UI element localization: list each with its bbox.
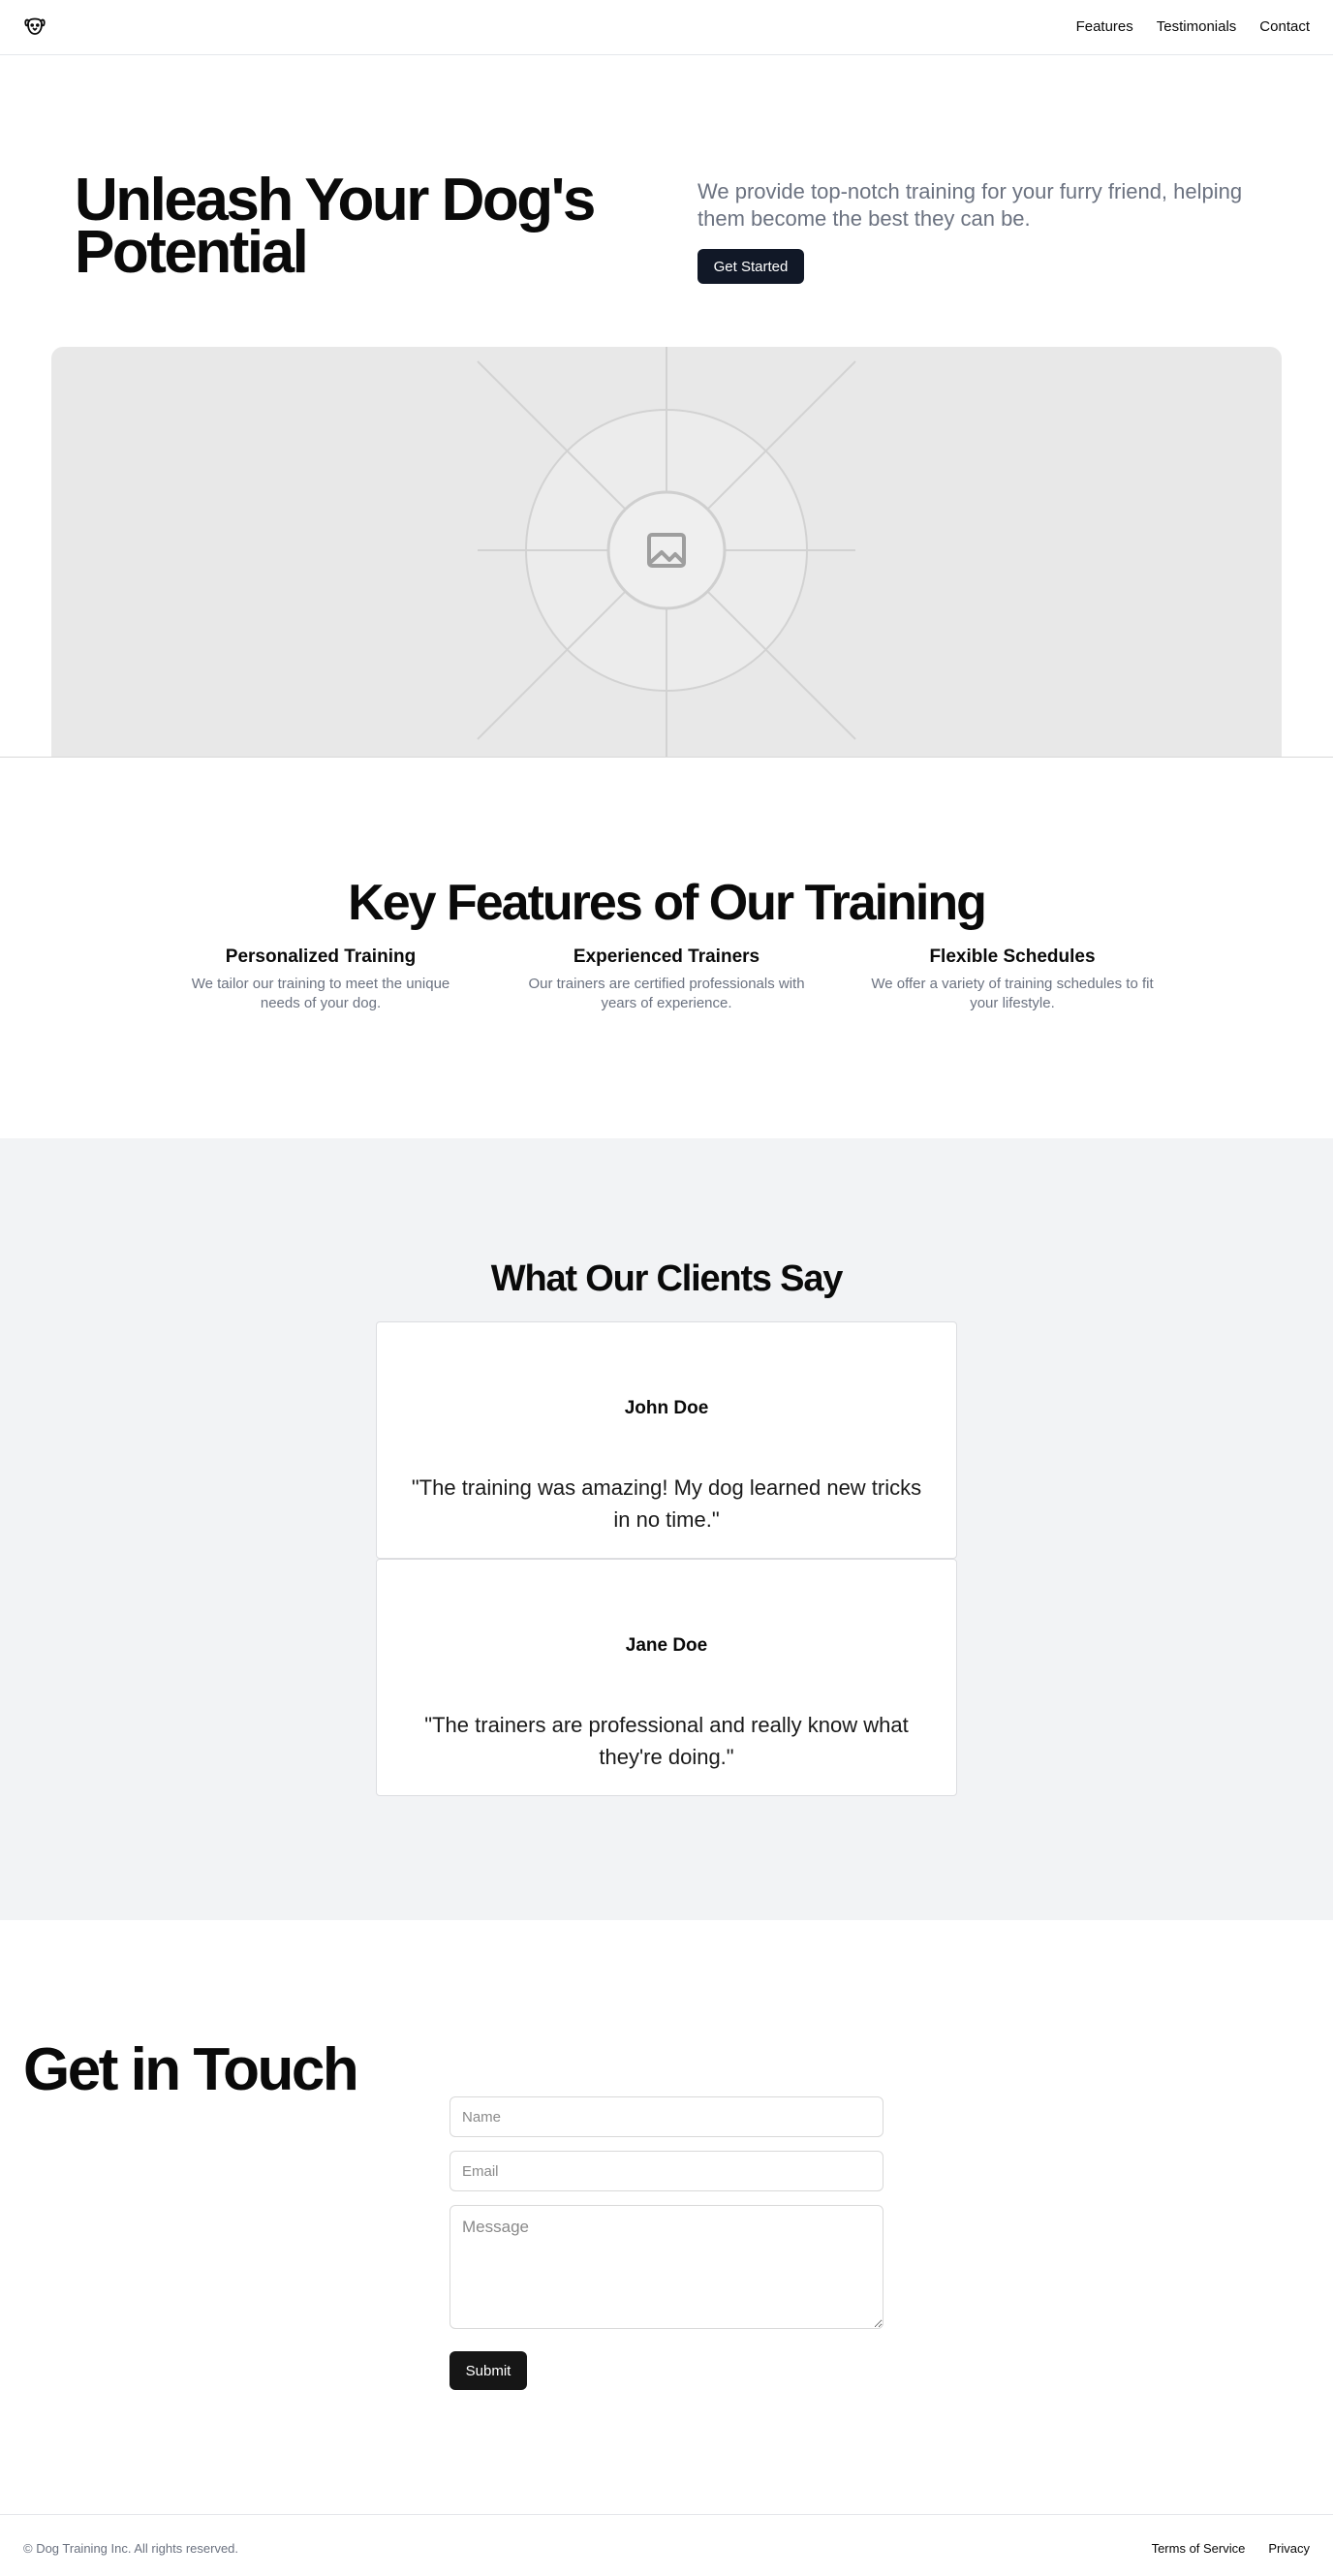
feature-experienced-trainers: Experienced Trainers Our trainers are ce… — [521, 946, 812, 1013]
footer-link-terms[interactable]: Terms of Service — [1152, 2541, 1246, 2556]
email-input[interactable] — [450, 2151, 884, 2191]
feature-title: Flexible Schedules — [929, 947, 1096, 967]
image-placeholder-icon — [477, 347, 856, 758]
site-header: Features Testimonials Contact — [0, 0, 1333, 55]
testimonial-quote: "The trainers are professional and reall… — [424, 1713, 909, 1769]
submit-button[interactable]: Submit — [450, 2351, 527, 2390]
testimonial-quote: "The training was amazing! My dog learne… — [411, 1475, 922, 1532]
feature-description: We tailor our training to meet the uniqu… — [191, 976, 450, 1011]
section-divider — [0, 757, 1333, 758]
hero-title: Unleash Your Dog's Potential — [75, 167, 596, 286]
feature-title: Experienced Trainers — [573, 947, 760, 967]
nav-link-testimonials[interactable]: Testimonials — [1157, 18, 1237, 35]
site-footer: © Dog Training Inc. All rights reserved.… — [0, 2514, 1333, 2576]
message-textarea[interactable] — [450, 2205, 884, 2329]
testimonial-card: John Doe "The training was amazing! My d… — [376, 1321, 957, 1559]
feature-title: Personalized Training — [225, 947, 417, 967]
hero-description: We provide top-notch training for your f… — [698, 179, 1243, 231]
footer-link-privacy[interactable]: Privacy — [1268, 2541, 1310, 2556]
feature-personalized-training: Personalized Training We tailor our trai… — [184, 946, 457, 1013]
nav-link-features[interactable]: Features — [1076, 18, 1133, 35]
footer-links: Terms of Service Privacy — [1152, 2541, 1310, 2556]
features-title: Key Features of Our Training — [348, 875, 987, 931]
testimonial-author: John Doe — [624, 1398, 709, 1418]
testimonials-title: What Our Clients Say — [490, 1258, 844, 1299]
feature-description: We offer a variety of training schedules… — [871, 976, 1154, 1011]
hero-image — [51, 347, 1282, 758]
testimonials-section: What Our Clients Say John Doe "The train… — [0, 1138, 1333, 1920]
testimonial-card: Jane Doe "The trainers are professional … — [376, 1559, 957, 1796]
contact-title: Get in Touch — [23, 2036, 359, 2103]
get-started-button[interactable]: Get Started — [698, 249, 804, 284]
feature-description: Our trainers are certified professionals… — [528, 976, 805, 1011]
feature-flexible-schedules: Flexible Schedules We offer a variety of… — [857, 946, 1167, 1013]
name-input[interactable] — [450, 2096, 884, 2137]
main-nav: Features Testimonials Contact — [1076, 18, 1310, 35]
dog-icon[interactable] — [23, 15, 46, 38]
copyright-text: © Dog Training Inc. All rights reserved. — [23, 2541, 239, 2556]
nav-link-contact[interactable]: Contact — [1259, 18, 1310, 35]
testimonial-author: Jane Doe — [625, 1635, 708, 1656]
